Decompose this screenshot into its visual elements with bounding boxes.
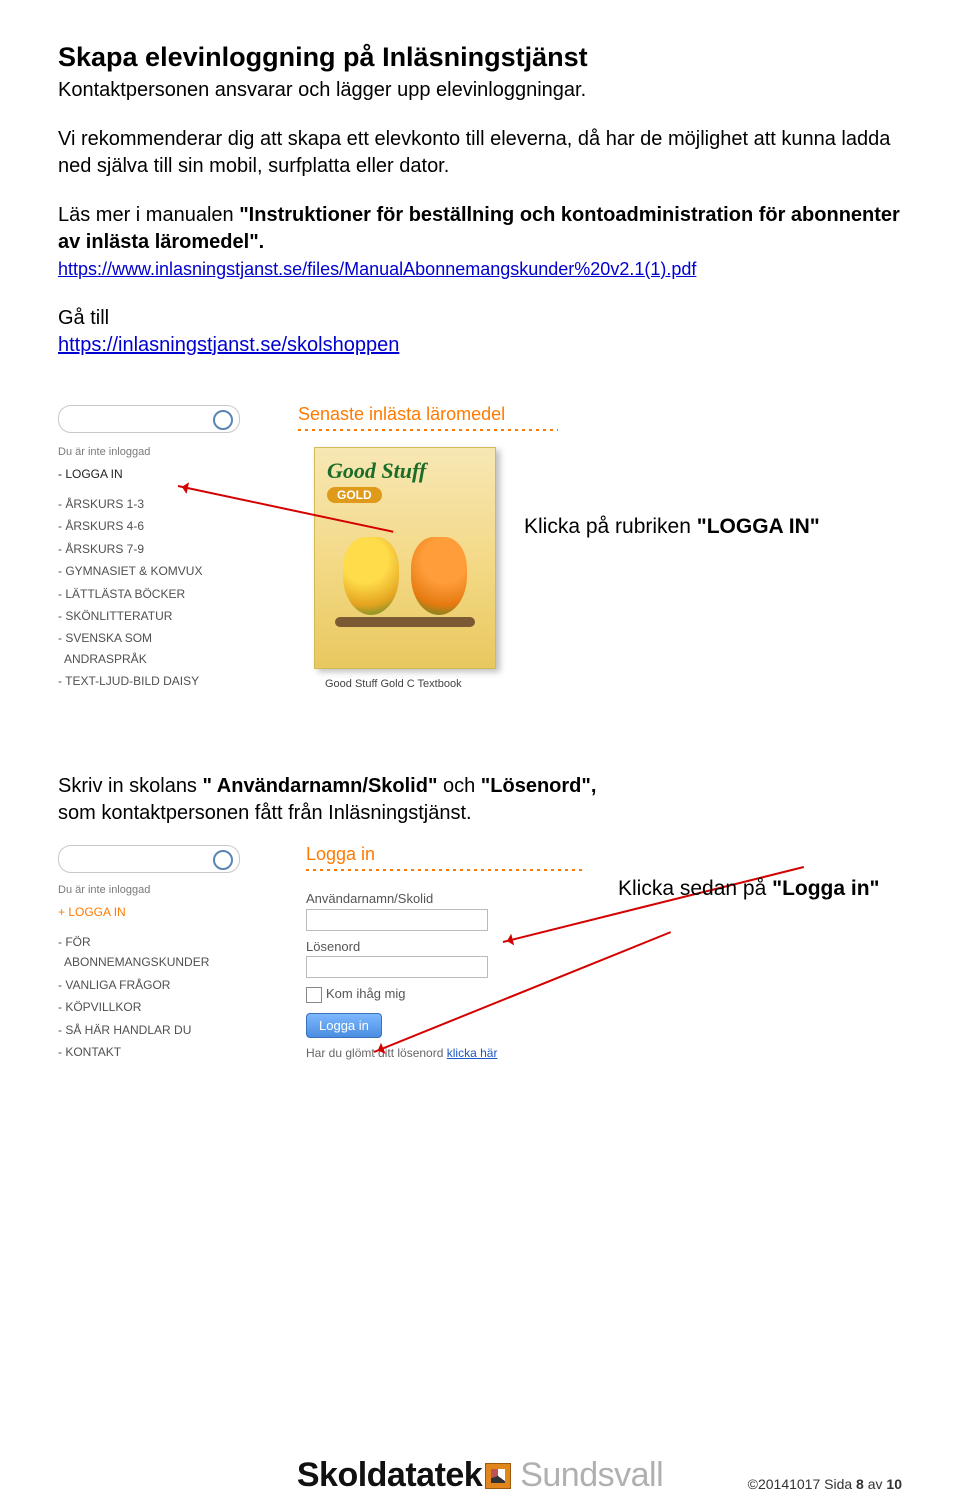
perch-icon [335, 617, 475, 627]
sidebar-item[interactable]: - TEXT-LJUD-BILD DAISY [58, 671, 258, 691]
label-password: Lösenord [306, 939, 497, 955]
manual-link[interactable]: https://www.inlasningstjanst.se/files/Ma… [58, 259, 696, 279]
sidebar-item[interactable]: - SÅ HÄR HANDLAR DU [58, 1020, 258, 1040]
goto-paragraph: Gå till https://inlasningstjanst.se/skol… [58, 305, 902, 359]
manual-lead: Läs mer i manualen [58, 204, 239, 226]
sidebar-item-logga-in-expanded[interactable]: + LOGGA IN [58, 902, 258, 922]
screenshot-body-1: Du är inte inloggad - LOGGA IN - ÅRSKURS… [58, 395, 678, 695]
main-heading: Logga in [306, 845, 375, 863]
brand-skoldatatek: Skoldatatek [297, 1456, 482, 1494]
not-logged-label: Du är inte inloggad [58, 443, 258, 462]
login-button[interactable]: Logga in [306, 1013, 382, 1038]
manual-reference: Läs mer i manualen "Instruktioner för be… [58, 202, 902, 283]
forgot-row: Har du glömt ditt lösenord klicka här [306, 1046, 497, 1060]
search-input[interactable] [58, 845, 240, 873]
book-title: Good Stuff [315, 448, 495, 482]
sidebar-item[interactable]: - ÅRSKURS 7-9 [58, 539, 258, 559]
callout-text: Klicka på rubriken [524, 515, 697, 538]
sidebar-item[interactable]: - LÄTTLÄSTA BÖCKER [58, 584, 258, 604]
callout-text: Klicka sedan på [618, 877, 772, 900]
bird-icon [411, 537, 467, 615]
search-input[interactable] [58, 405, 240, 433]
skolshoppen-link[interactable]: https://inlasningstjanst.se/skolshoppen [58, 334, 399, 356]
brand-chip-icon [485, 1463, 511, 1489]
callout-logga-in-btn: Klicka sedan på "Logga in" [618, 877, 938, 901]
sidebar-item[interactable]: - VANLIGA FRÅGOR [58, 975, 258, 995]
sidebar-item[interactable]: - FÖR ABONNEMANGSKUNDER [58, 932, 258, 973]
page-footer: Skoldatatek Sundsvall ©20141017 Sida 8 av… [0, 1458, 960, 1492]
page-number: ©20141017 Sida 8 av 10 [748, 1476, 902, 1492]
divider-dots [298, 429, 558, 431]
mid-bold1: " Användarnamn/Skolid" [203, 775, 438, 797]
forgot-link[interactable]: klicka här [447, 1046, 498, 1060]
label-username: Användarnamn/Skolid [306, 891, 497, 907]
screenshot-login: Du är inte inloggad + LOGGA IN - FÖR ABO… [58, 841, 698, 1111]
sidebar-1: Du är inte inloggad - LOGGA IN - ÅRSKURS… [58, 443, 258, 692]
label-remember: Kom ihåg mig [326, 986, 405, 1001]
callout-bold: "LOGGA IN" [697, 515, 820, 538]
intro-paragraph-1: Kontaktpersonen ansvarar och lägger upp … [58, 77, 902, 104]
sidebar-item[interactable]: - GYMNASIET & KOMVUX [58, 561, 258, 581]
mid-line2: som kontaktpersonen fått från Inläsnings… [58, 802, 472, 824]
callout-logga-in: Klicka på rubriken "LOGGA IN" [524, 515, 844, 539]
pagenum-mid: av [864, 1476, 887, 1492]
remember-checkbox[interactable] [306, 987, 322, 1003]
sidebar-2: Du är inte inloggad + LOGGA IN - FÖR ABO… [58, 881, 258, 1062]
mid-instruction: Skriv in skolans " Användarnamn/Skolid" … [58, 773, 902, 827]
page-title: Skapa elevinloggning på Inläsningstjänst [58, 42, 902, 73]
divider-dots [306, 869, 586, 871]
pagenum-pre: ©20141017 Sida [748, 1476, 856, 1492]
sidebar-item[interactable]: - SVENSKA SOM ANDRASPRÅK [58, 628, 258, 669]
sidebar-item[interactable]: - ÅRSKURS 4-6 [58, 516, 258, 536]
pagenum-current: 8 [856, 1476, 864, 1492]
intro-paragraph-2: Vi rekommenderar dig att skapa ett elevk… [58, 126, 902, 180]
sidebar-item[interactable]: - SKÖNLITTERATUR [58, 606, 258, 626]
screenshot-latest-laromedel: INLÄSTA LÄROMEDEL Du är inte inloggad - … [58, 395, 678, 695]
brand-sundsvall: Sundsvall [520, 1456, 663, 1494]
not-logged-label: Du är inte inloggad [58, 881, 258, 900]
sidebar-item[interactable]: - KÖPVILLKOR [58, 997, 258, 1017]
mid-pre: Skriv in skolans [58, 775, 203, 797]
login-form: Användarnamn/Skolid Lösenord Kom ihåg mi… [306, 883, 497, 1060]
bird-icon [343, 537, 399, 615]
sidebar-item-logga-in[interactable]: - LOGGA IN [58, 464, 258, 484]
book-cover[interactable]: Good Stuff GOLD Good Stuff Gold C Textbo… [314, 447, 496, 669]
goto-lead: Gå till [58, 307, 109, 329]
book-art [335, 523, 475, 633]
callout-bold: "Logga in" [772, 877, 879, 900]
username-input[interactable] [306, 909, 488, 931]
sidebar-item[interactable]: - KONTAKT [58, 1042, 258, 1062]
book-badge: GOLD [327, 487, 382, 503]
pagenum-total: 10 [886, 1476, 902, 1492]
book-caption: Good Stuff Gold C Textbook [325, 678, 462, 690]
password-input[interactable] [306, 956, 488, 978]
mid-mid: och [437, 775, 480, 797]
main-heading: Senaste inlästa läromedel [298, 405, 505, 423]
mid-bold2: "Lösenord", [481, 775, 597, 797]
remember-row: Kom ihåg mig [306, 986, 497, 1003]
